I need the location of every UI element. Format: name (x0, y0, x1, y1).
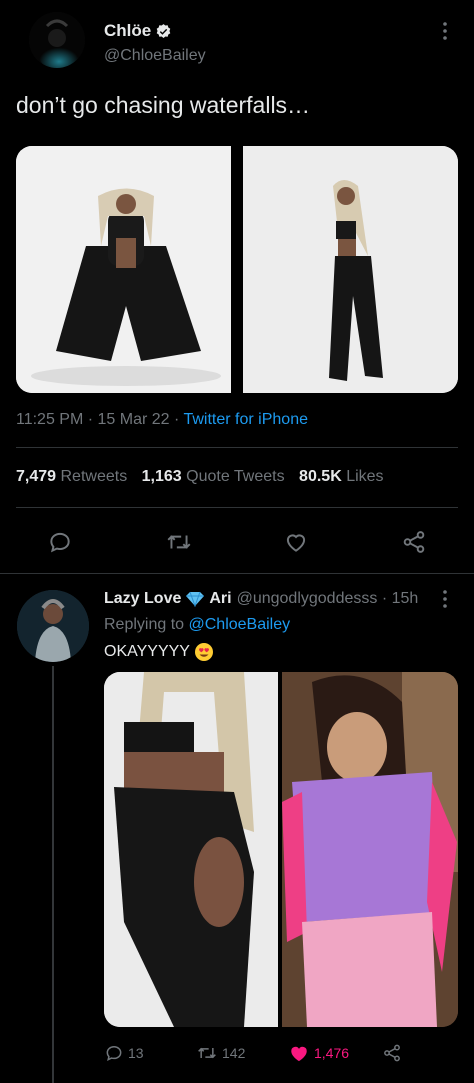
verified-badge-icon (155, 23, 172, 40)
divider (16, 507, 458, 508)
reply-text: OKAYYYYY (104, 643, 190, 660)
tweet-timestamp[interactable]: 11:25 PM · 15 Mar 22 · (16, 411, 183, 428)
replying-to-link[interactable]: @ChloeBailey (189, 616, 291, 633)
share-icon[interactable] (401, 529, 427, 555)
author-name-row[interactable]: Chlöe (104, 20, 172, 42)
reply-icon[interactable] (47, 529, 73, 555)
author-handle[interactable]: @ChloeBailey (104, 47, 206, 65)
retweet-icon[interactable] (165, 529, 193, 555)
author-display-name[interactable]: Chlöe (104, 21, 151, 41)
reply-handle-time: @ungodlygoddesss · 15h (236, 590, 419, 607)
reply-reply-action[interactable]: 13 (104, 1043, 144, 1063)
quotes-label: Quote Tweets (186, 468, 285, 485)
tweet-photo-2[interactable] (243, 146, 458, 393)
reply-more-icon[interactable] (440, 588, 450, 610)
reply-like-action[interactable]: 1,476 (288, 1043, 349, 1063)
divider (16, 447, 458, 448)
like-filled-icon (288, 1043, 310, 1063)
thread-line (52, 666, 54, 1083)
reply-replies-count: 13 (128, 1045, 144, 1061)
more-icon[interactable] (440, 20, 450, 42)
heart-eyes-emoji-icon (194, 642, 214, 662)
reply-icon (104, 1043, 124, 1063)
divider (0, 573, 474, 574)
gem-icon (186, 591, 205, 607)
reply-display-name-2: Ari (209, 590, 232, 607)
tweet-stats: 7,479 Retweets 1,163 Quote Tweets 80.5K … (16, 468, 384, 486)
retweets-count: 7,479 (16, 468, 57, 485)
reply-photo-1[interactable] (104, 672, 278, 1027)
quotes-stat[interactable]: 1,163 Quote Tweets (142, 468, 289, 485)
tweet-photo-1[interactable] (16, 146, 231, 393)
reply-text-row: OKAYYYYY (104, 642, 214, 662)
reply-retweet-action[interactable]: 142 (196, 1043, 245, 1063)
like-icon[interactable] (283, 529, 309, 555)
reply-retweets-count: 142 (222, 1045, 246, 1061)
retweet-icon (196, 1043, 218, 1063)
quotes-count: 1,163 (141, 468, 182, 485)
retweets-label: Retweets (60, 468, 128, 485)
reply-photo-2[interactable] (282, 672, 458, 1027)
reply-author-row[interactable]: Lazy Love Ari @ungodlygoddesss · 15h (104, 590, 418, 608)
reply-share-icon[interactable] (382, 1043, 402, 1063)
likes-count: 80.5K (299, 468, 342, 485)
retweets-stat[interactable]: 7,479 Retweets (16, 468, 132, 485)
author-avatar[interactable] (29, 12, 85, 68)
tweet-text: don’t go chasing waterfalls… (16, 92, 311, 118)
replying-to-line: Replying to @ChloeBailey (104, 616, 290, 634)
likes-stat[interactable]: 80.5K Likes (299, 468, 384, 485)
likes-label: Likes (346, 468, 384, 485)
reply-display-name-1: Lazy Love (104, 590, 182, 607)
reply-likes-count: 1,476 (314, 1045, 350, 1061)
tweet-meta: 11:25 PM · 15 Mar 22 · Twitter for iPhon… (16, 411, 308, 429)
reply-author-avatar[interactable] (17, 590, 89, 662)
tweet-source[interactable]: Twitter for iPhone (183, 411, 308, 428)
replying-prefix: Replying to (104, 616, 189, 633)
